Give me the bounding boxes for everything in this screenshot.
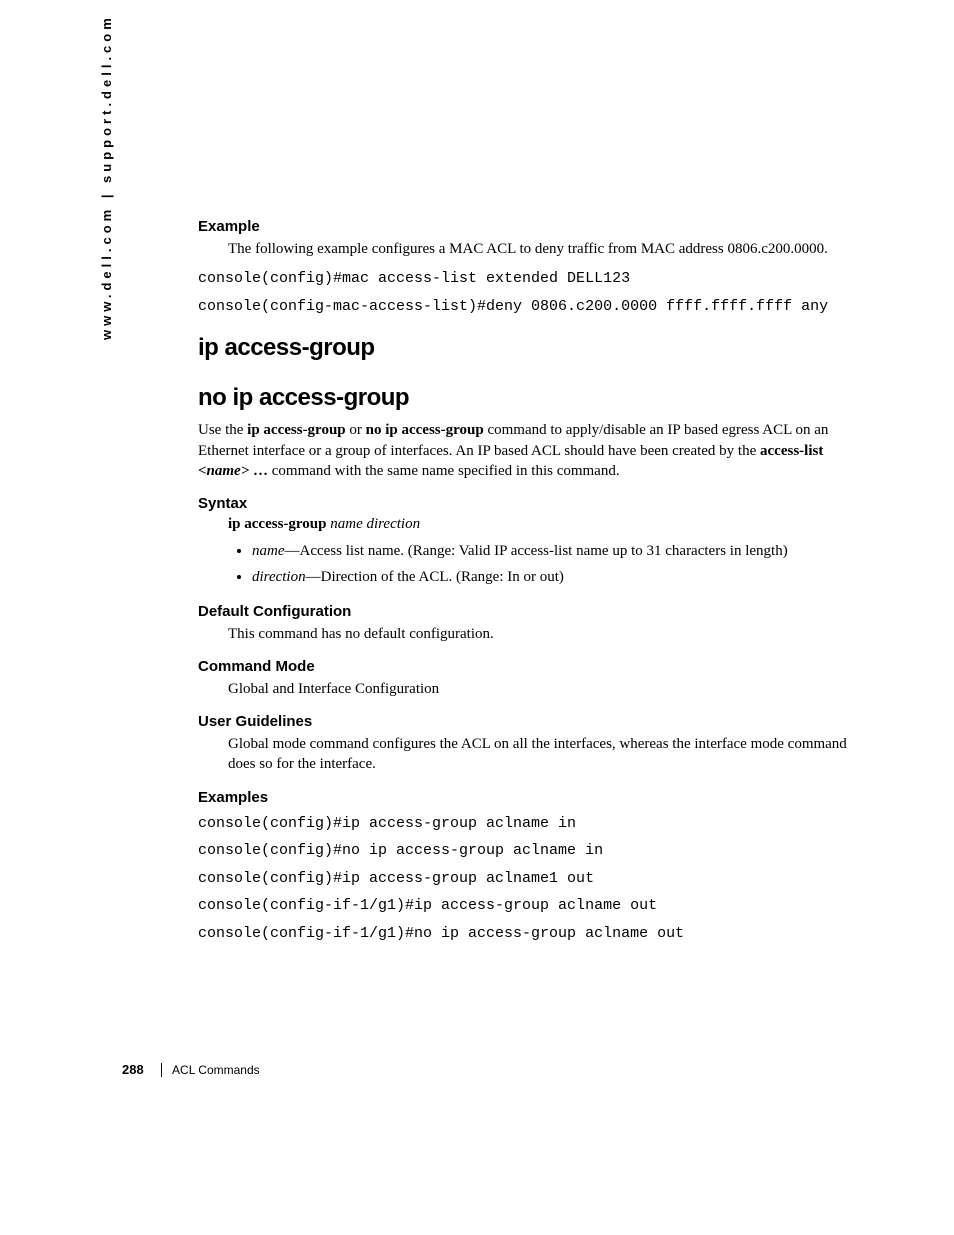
bullet1-desc: —Access list name. (Range: Valid IP acce… bbox=[285, 543, 788, 559]
examples-code-4: console(config-if-1/g1)#ip access-group … bbox=[198, 896, 856, 916]
example-body: The following example configures a MAC A… bbox=[228, 239, 856, 259]
page-footer: 288 ACL Commands bbox=[122, 1062, 260, 1077]
page-content: Example The following example configures… bbox=[198, 218, 856, 951]
cmdmode-heading: Command Mode bbox=[198, 658, 856, 675]
syntax-heading: Syntax bbox=[198, 495, 856, 512]
intro-text-4: command with the same name specified in … bbox=[272, 463, 620, 479]
example-heading: Example bbox=[198, 218, 856, 235]
examples-code-2: console(config)#no ip access-group aclna… bbox=[198, 841, 856, 861]
example-code-1: console(config)#mac access-list extended… bbox=[198, 269, 856, 289]
chapter-name: ACL Commands bbox=[172, 1063, 260, 1077]
intro-paragraph: Use the ip access-group or no ip access-… bbox=[198, 420, 856, 481]
intro-bold-4: … bbox=[249, 463, 272, 479]
syntax-bullets: name—Access list name. (Range: Valid IP … bbox=[228, 541, 856, 589]
syntax-cmd: ip access-group bbox=[228, 516, 326, 532]
syntax-bullet-2: direction—Direction of the ACL. (Range: … bbox=[252, 567, 856, 589]
syntax-line: ip access-group name direction bbox=[228, 516, 856, 533]
sidebar-url-text: www.dell.com | support.dell.com bbox=[99, 14, 114, 340]
page-number: 288 bbox=[122, 1062, 144, 1077]
bullet2-term: direction bbox=[252, 569, 306, 585]
examples-heading: Examples bbox=[198, 789, 856, 806]
example-code-2: console(config-mac-access-list)#deny 080… bbox=[198, 297, 856, 317]
command-title-2: no ip access-group bbox=[198, 384, 856, 412]
examples-code-3: console(config)#ip access-group aclname1… bbox=[198, 869, 856, 889]
intro-text-2: or bbox=[346, 422, 366, 438]
bullet1-term: name bbox=[252, 543, 285, 559]
examples-code-1: console(config)#ip access-group aclname … bbox=[198, 814, 856, 834]
defcfg-heading: Default Configuration bbox=[198, 603, 856, 620]
syntax-args: name direction bbox=[326, 516, 420, 532]
intro-bold-1: ip access-group bbox=[247, 422, 345, 438]
intro-text: Use the bbox=[198, 422, 247, 438]
intro-bolditalic: <name> bbox=[198, 463, 249, 479]
syntax-bullet-1: name—Access list name. (Range: Valid IP … bbox=[252, 541, 856, 563]
defcfg-body: This command has no default configuratio… bbox=[228, 624, 856, 644]
footer-divider bbox=[161, 1063, 162, 1077]
intro-bold-2: no ip access-group bbox=[366, 422, 484, 438]
cmdmode-body: Global and Interface Configuration bbox=[228, 679, 856, 699]
intro-bold-3: access-list bbox=[760, 443, 823, 459]
examples-code-5: console(config-if-1/g1)#no ip access-gro… bbox=[198, 924, 856, 944]
bullet2-desc: —Direction of the ACL. (Range: In or out… bbox=[306, 569, 564, 585]
userguide-body: Global mode command configures the ACL o… bbox=[228, 734, 856, 775]
userguide-heading: User Guidelines bbox=[198, 713, 856, 730]
command-title-1: ip access-group bbox=[198, 334, 856, 362]
